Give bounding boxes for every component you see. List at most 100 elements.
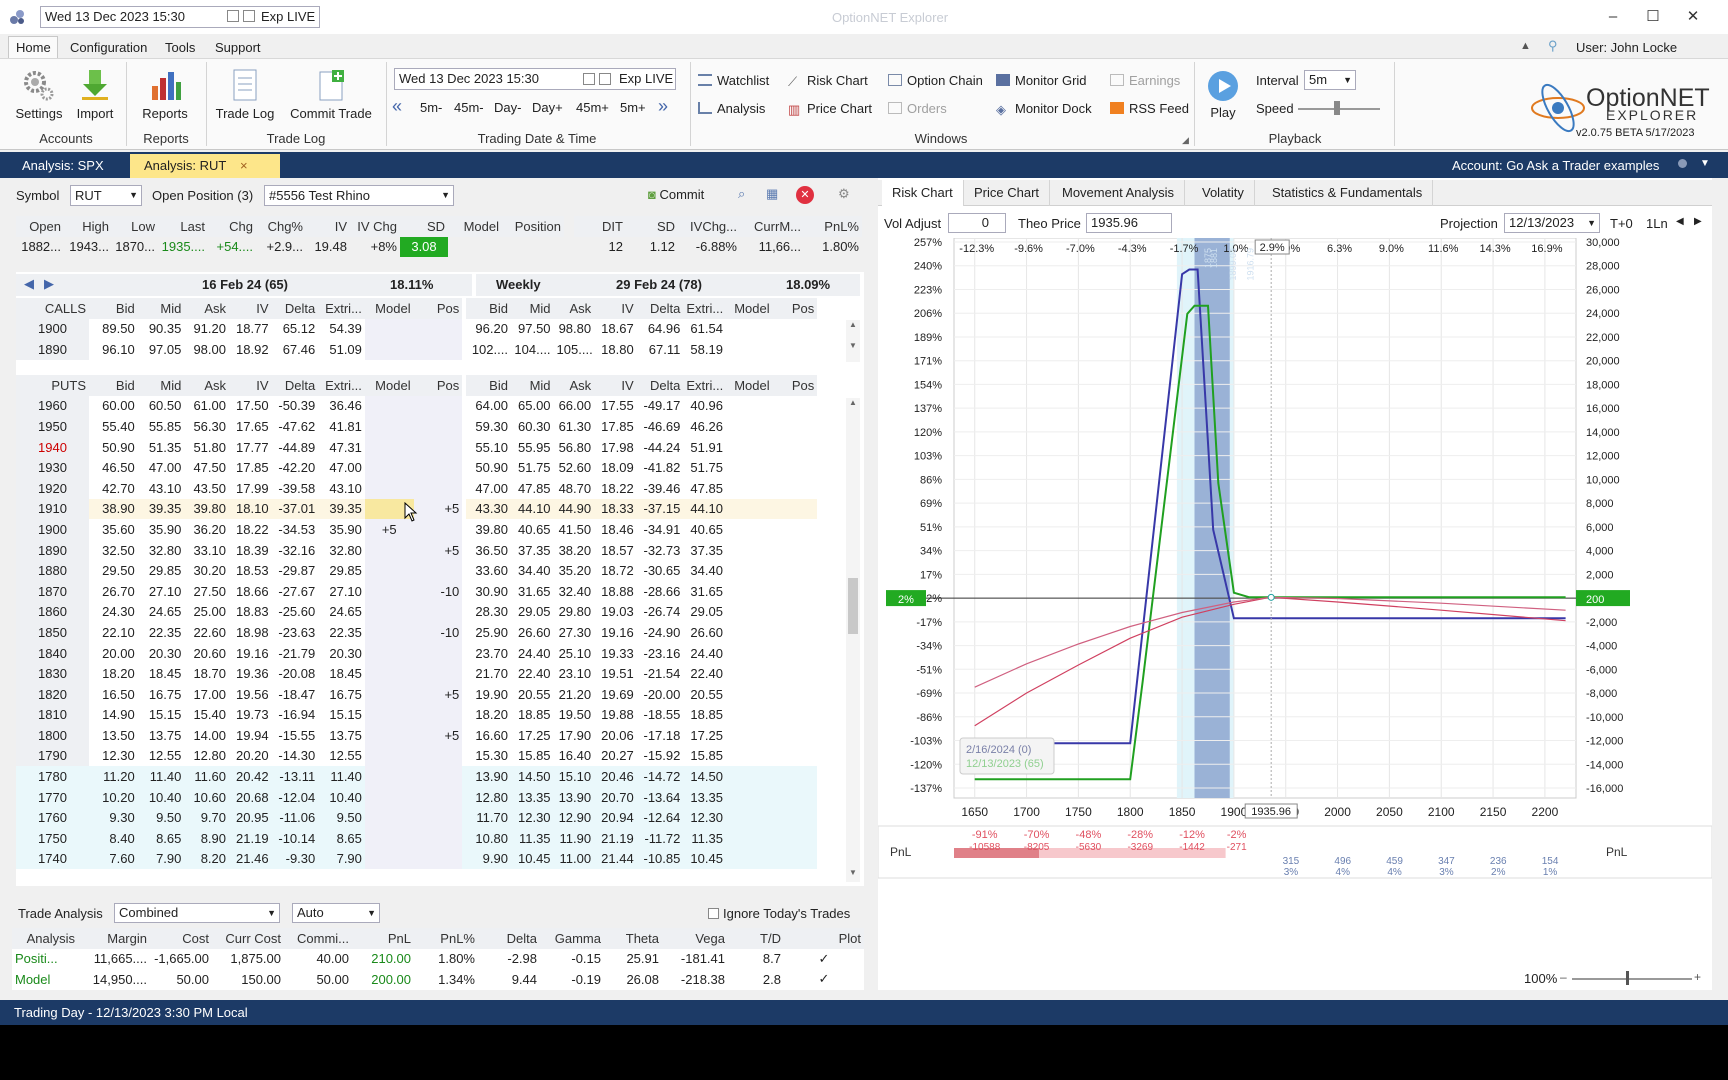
chain-cell[interactable] (773, 684, 818, 705)
menu-tab-configuration[interactable]: Configuration (70, 40, 147, 55)
chain-row[interactable]: 1800 13.50 13.75 14.00 19.94 -15.55 13.75 +5 16.… (16, 725, 860, 746)
chain-cell[interactable] (726, 725, 773, 746)
chain-cell[interactable] (725, 498, 773, 520)
chain-cell[interactable] (726, 319, 773, 340)
chain-cell[interactable] (413, 663, 463, 684)
chain-row[interactable]: 1880 29.50 29.85 30.20 18.53 -29.87 29.85 33.60… (16, 560, 860, 581)
chain-cell[interactable]: +5 (364, 519, 414, 540)
chain-cell[interactable] (413, 477, 463, 499)
chain-cell[interactable] (772, 498, 818, 520)
chain-cell[interactable] (773, 540, 818, 561)
chain-cell[interactable] (725, 766, 773, 787)
chain-cell[interactable] (364, 601, 414, 623)
chain-cell[interactable] (364, 704, 414, 726)
watchlist-button[interactable]: Watchlist (698, 73, 769, 88)
chain-cell[interactable] (773, 622, 818, 643)
symbol-select[interactable]: RUT ▼ (70, 185, 142, 206)
step-5m-back[interactable]: 5m- (420, 100, 442, 115)
option-chain-button[interactable]: Option Chain (888, 73, 983, 88)
chain-cell[interactable] (773, 581, 818, 602)
calls-scrollbar[interactable]: ▲ ▼ (846, 320, 860, 362)
step-5m-forward[interactable]: 5m+ (620, 100, 646, 115)
chain-row[interactable]: 1750 8.40 8.65 8.90 21.19 -10.14 8.65 10.80 11.3… (16, 828, 860, 849)
reports-button[interactable]: Reports (140, 68, 190, 121)
chain-cell[interactable] (726, 684, 773, 705)
chain-cell[interactable] (773, 725, 818, 746)
chain-cell[interactable] (773, 437, 818, 458)
chain-cell[interactable] (413, 704, 463, 726)
orders-button[interactable]: Orders (888, 101, 947, 116)
chain-cell[interactable] (364, 560, 414, 581)
chain-cell[interactable] (773, 746, 818, 767)
chain-cell[interactable] (364, 786, 414, 808)
chain-cell[interactable] (364, 539, 414, 561)
analysis-mode-select[interactable]: Combined ▼ (114, 903, 280, 923)
chain-cell[interactable] (773, 560, 818, 581)
chain-cell[interactable] (413, 848, 463, 870)
zoom-out-icon[interactable]: – (1560, 970, 1567, 984)
chain-cell[interactable] (364, 745, 414, 767)
ignore-today-checkbox[interactable]: Ignore Today's Trades (708, 906, 850, 921)
chain-cell[interactable] (726, 705, 773, 726)
menu-tab-tools[interactable]: Tools (165, 40, 195, 55)
chain-cell[interactable] (413, 807, 463, 829)
expand-windows-icon[interactable]: ◢ (1182, 135, 1189, 146)
chain-row[interactable]: 1850 22.10 22.35 22.60 18.98 -23.63 22.35 -10 25… (16, 622, 860, 643)
chain-cell[interactable] (726, 339, 773, 360)
chain-row[interactable]: 1740 7.60 7.90 8.20 21.46 -9.30 7.90 9.90 10.45 1… (16, 848, 860, 870)
zoom-in-icon[interactable]: + (1694, 970, 1701, 984)
exp-toggle-icon[interactable] (243, 10, 255, 22)
earnings-button[interactable]: Earnings (1110, 73, 1180, 88)
chain-cell[interactable] (413, 786, 463, 808)
chain-row[interactable]: 1830 18.20 18.45 18.70 19.36 -20.08 18.45 21.70… (16, 663, 860, 684)
chain-cell[interactable] (364, 580, 414, 602)
chain-cell[interactable] (773, 339, 818, 360)
rss-feed-button[interactable]: RSS Feed (1110, 101, 1189, 116)
close-tab-icon[interactable]: × (240, 154, 248, 178)
chain-row[interactable]: 1810 14.90 15.15 15.40 19.73 -16.94 15.15 18.20… (16, 704, 860, 726)
chain-cell[interactable] (364, 683, 414, 705)
tab-analysis-spx[interactable]: Analysis: SPX (8, 154, 118, 178)
step-45m-back[interactable]: 45m- (454, 100, 484, 115)
chain-cell[interactable] (726, 457, 773, 478)
calendar-icon[interactable] (227, 10, 239, 22)
chain-cell[interactable] (413, 436, 463, 458)
analysis-row[interactable]: Positi... 11,665.... -1,665.00 1,875.00 40.0… (12, 949, 864, 970)
chain-cell[interactable]: +5 (413, 683, 463, 705)
monitor-dock-button[interactable]: ◈ Monitor Dock (996, 101, 1092, 117)
chain-cell[interactable] (773, 519, 818, 540)
settings-gear-icon[interactable]: ⚙ (838, 186, 850, 202)
commit-trade-button[interactable]: Commit Trade (286, 68, 376, 121)
interval-select[interactable]: 5m ▼ (1304, 70, 1356, 90)
maximize-button[interactable]: ☐ (1640, 6, 1666, 28)
chain-cell[interactable] (413, 560, 463, 581)
commit-button[interactable]: ◙ Commit (648, 186, 724, 206)
play-button[interactable]: Play (1206, 70, 1240, 120)
exp-toggle-icon[interactable] (599, 73, 611, 85)
chain-cell[interactable]: +5 (413, 498, 463, 520)
menu-tab-support[interactable]: Support (215, 40, 261, 55)
step-day-back[interactable]: Day- (494, 100, 521, 115)
chain-row[interactable]: 1960 60.00 60.50 61.00 17.50 -50.39 36.46 64.00… (16, 395, 860, 417)
zoom-slider[interactable] (1572, 978, 1692, 980)
chain-row[interactable]: 1900 35.60 35.90 36.20 18.22 -34.53 35.90 +5 39.… (16, 519, 860, 540)
chain-cell[interactable]: +5 (413, 539, 463, 561)
tab-analysis-rut[interactable]: Analysis: RUT × (130, 154, 280, 178)
chain-cell[interactable] (364, 457, 414, 478)
chart-tab-volatility[interactable]: Volatity (1192, 180, 1255, 206)
position-select[interactable]: #5556 Test Rhino ▼ (264, 185, 454, 206)
chain-cell[interactable] (413, 339, 463, 360)
risk-chart[interactable]: 1650170017501800185019001950200020502100… (878, 238, 1712, 898)
next-projection-icon[interactable]: ▶ (1694, 216, 1702, 227)
chain-cell[interactable] (364, 436, 414, 458)
puts-scrollbar-thumb[interactable] (848, 578, 858, 634)
chain-cell[interactable] (773, 643, 818, 664)
calendar-icon[interactable] (583, 73, 595, 85)
risk-chart-button[interactable]: ⟋ Risk Chart (788, 73, 868, 89)
chain-row[interactable]: 1950 55.40 55.85 56.30 17.65 -47.62 41.81 59.30… (16, 416, 860, 437)
chain-cell[interactable] (773, 478, 818, 499)
prev-expiry-icon[interactable]: ◀ (24, 276, 34, 292)
speed-slider-thumb[interactable] (1334, 101, 1340, 115)
step-day-forward[interactable]: Day+ (532, 100, 563, 115)
chart-tab-statistics[interactable]: Statistics & Fundamentals (1262, 180, 1434, 206)
